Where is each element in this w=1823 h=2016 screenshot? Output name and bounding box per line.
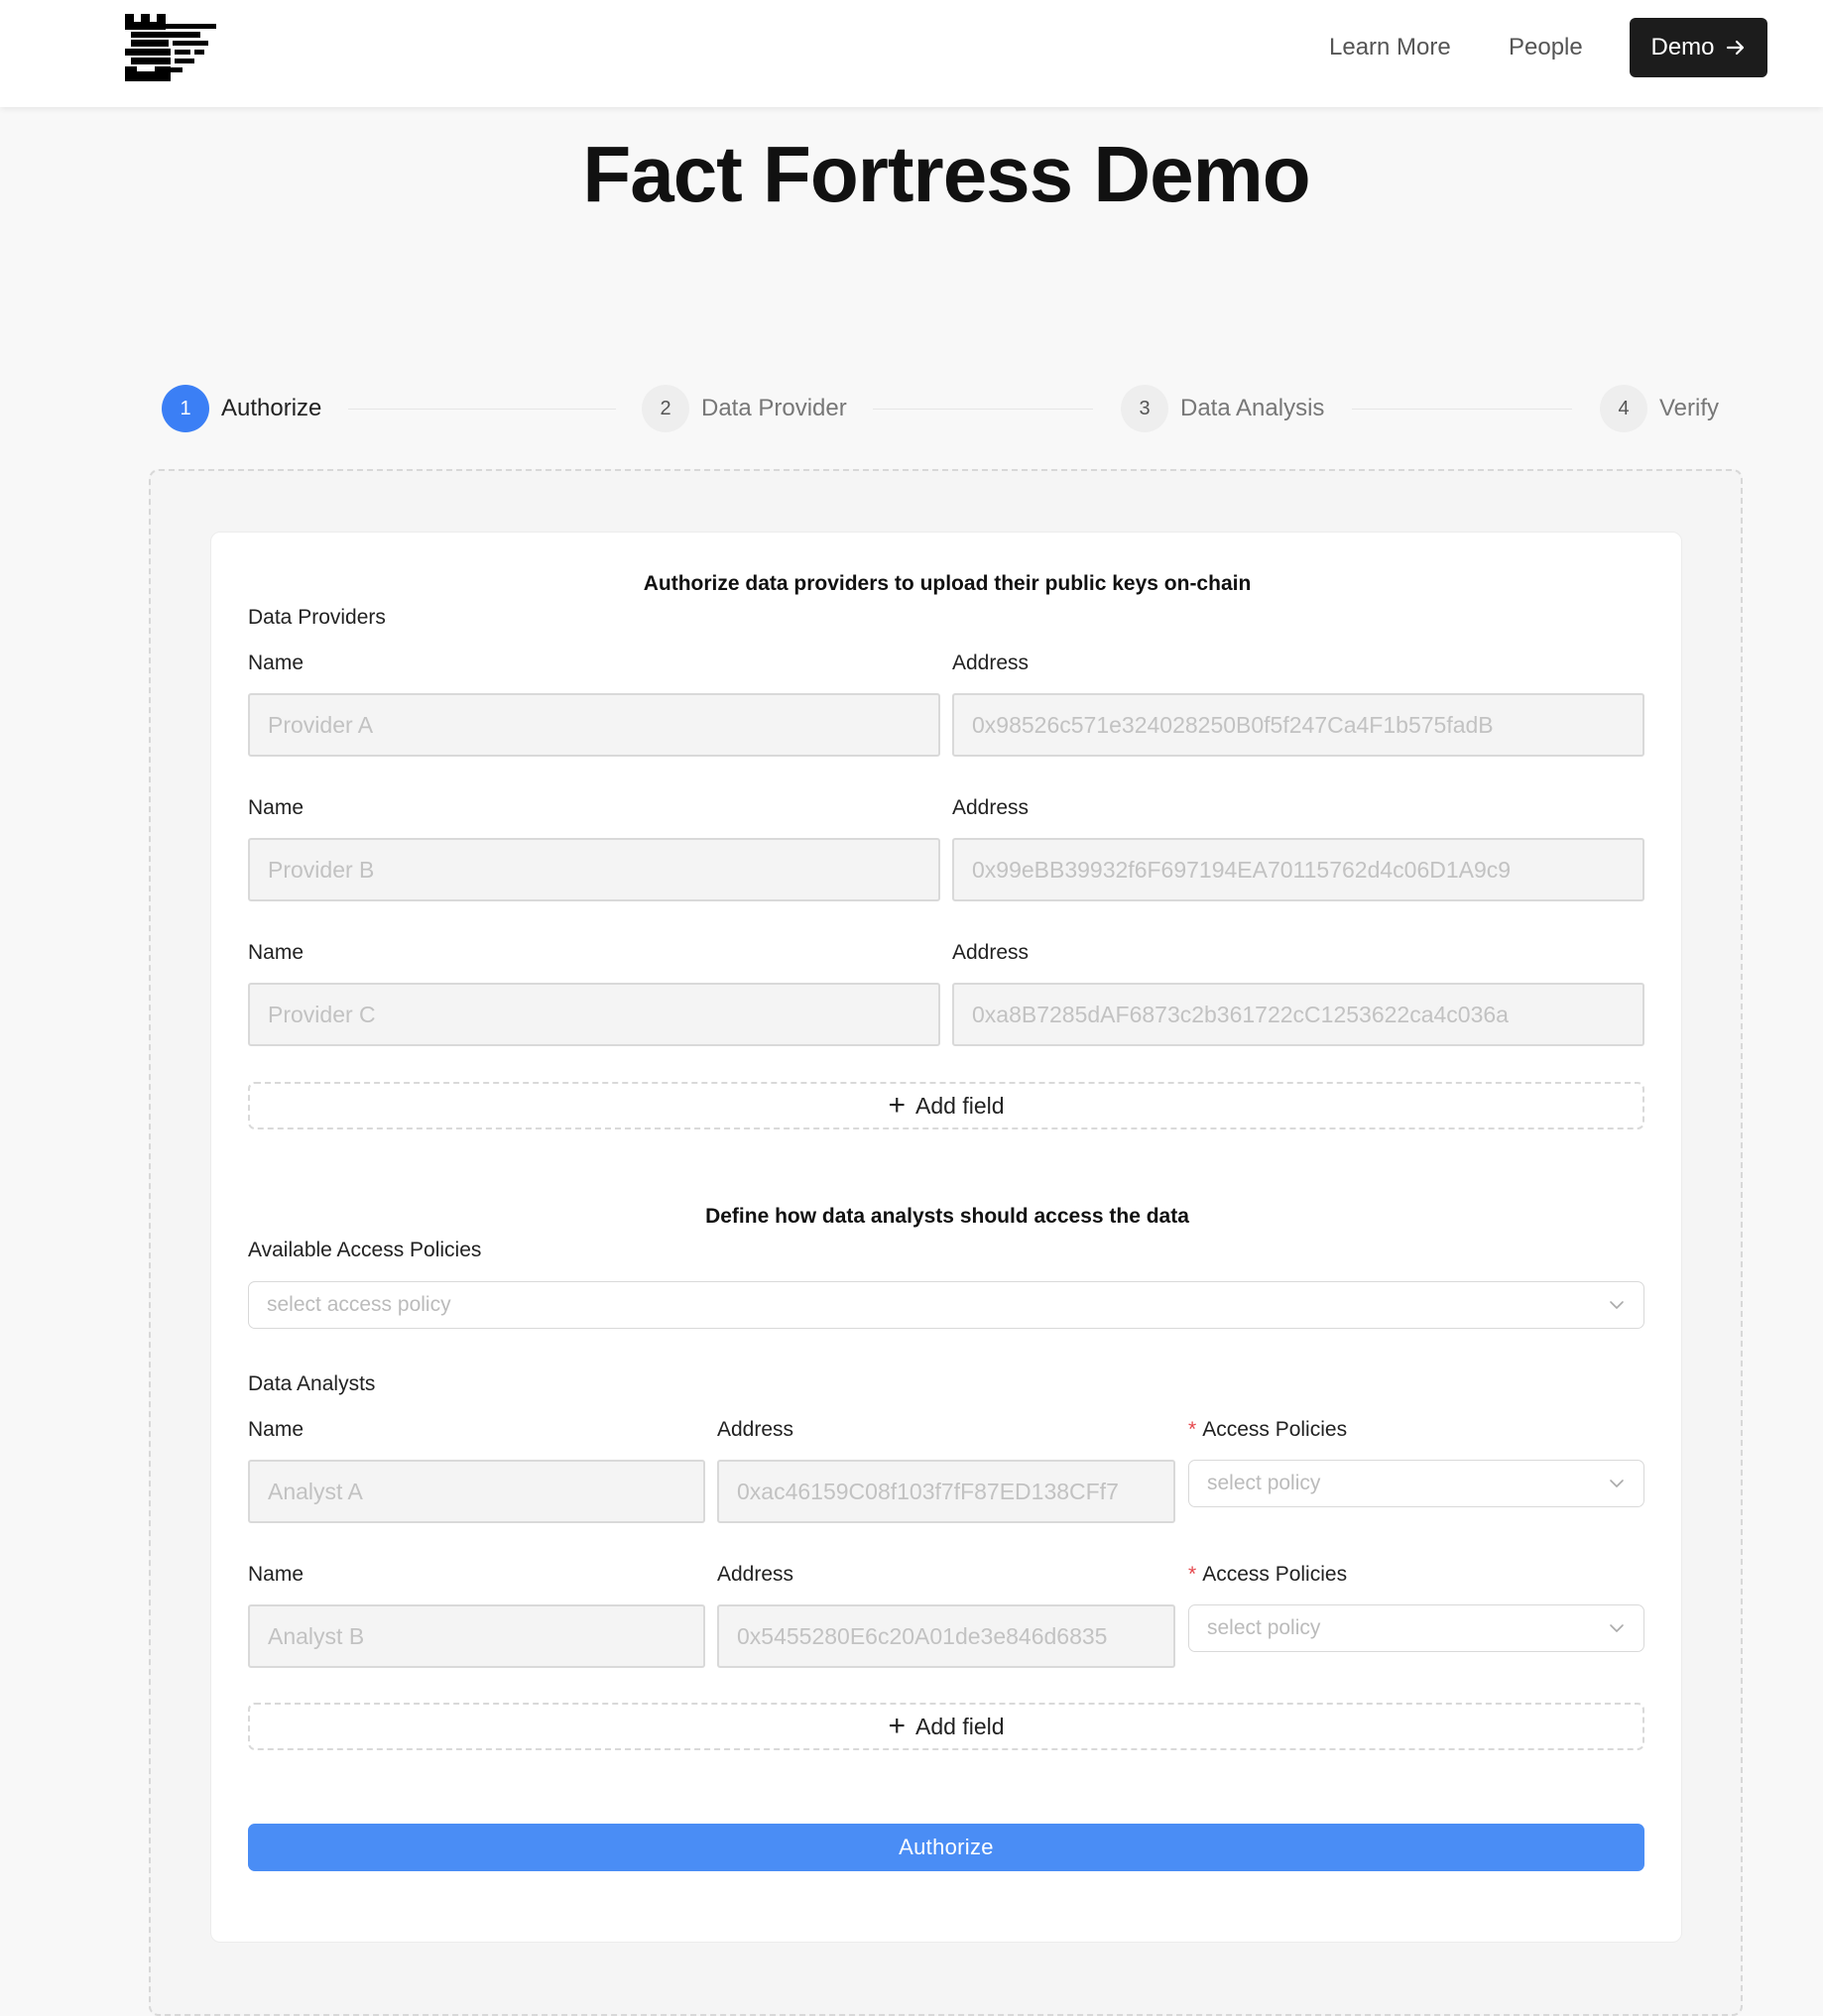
required-mark: *	[1188, 1563, 1197, 1586]
step-connector	[1352, 409, 1572, 410]
step-data-provider[interactable]: 2 Data Provider	[642, 385, 847, 432]
step-verify[interactable]: 4 Verify	[1600, 385, 1719, 432]
analyst-policy-select[interactable]: select policy	[1188, 1460, 1644, 1507]
step-connector	[873, 409, 1093, 410]
step-label: Data Analysis	[1180, 395, 1325, 421]
analyst-policy-label-text: Access Policies	[1202, 1418, 1348, 1441]
provider-address-label: Address	[952, 941, 1030, 964]
step-data-analysis[interactable]: 3 Data Analysis	[1121, 385, 1324, 432]
analyst-policy-label: * Access Policies	[1188, 1418, 1347, 1442]
access-policy-placeholder: select access policy	[267, 1293, 451, 1316]
analysts-section-title: Define how data analysts should access t…	[705, 1205, 1189, 1228]
add-provider-field-button[interactable]: + Add field	[248, 1082, 1644, 1129]
step-label: Data Provider	[701, 395, 847, 421]
analyst-address-input[interactable]	[717, 1460, 1175, 1523]
step-number: 1	[162, 385, 209, 432]
add-field-label: Add field	[915, 1713, 1005, 1739]
plus-icon: +	[888, 1089, 906, 1122]
analyst-policy-placeholder: select policy	[1207, 1472, 1321, 1494]
chevron-down-icon	[1610, 1301, 1624, 1309]
provider-name-input[interactable]	[248, 838, 940, 901]
provider-name-label: Name	[248, 652, 304, 674]
step-number: 2	[642, 385, 689, 432]
provider-name-label: Name	[248, 796, 304, 819]
analyst-name-label: Name	[248, 1418, 304, 1441]
provider-address-label: Address	[952, 652, 1030, 674]
fortress-logo-icon[interactable]	[125, 14, 216, 81]
plus-icon: +	[888, 1710, 906, 1742]
provider-name-label: Name	[248, 941, 304, 964]
analyst-name-input[interactable]	[248, 1604, 705, 1668]
stepper: 1 Authorize 2 Data Provider 3 Data Analy…	[162, 385, 1723, 432]
analyst-address-label: Address	[717, 1563, 794, 1586]
analyst-address-label: Address	[717, 1418, 794, 1441]
provider-address-label: Address	[952, 796, 1030, 819]
demo-button-label: Demo	[1650, 34, 1715, 60]
step-number: 4	[1600, 385, 1647, 432]
providers-section-title: Authorize data providers to upload their…	[643, 572, 1252, 595]
authorize-button[interactable]: Authorize	[248, 1824, 1644, 1871]
step-label: Verify	[1659, 395, 1720, 421]
demo-button[interactable]: Demo	[1630, 18, 1767, 77]
required-mark: *	[1188, 1418, 1197, 1441]
analyst-policy-label: * Access Policies	[1188, 1563, 1347, 1587]
add-analyst-field-button[interactable]: + Add field	[248, 1703, 1644, 1750]
nav-learn-more[interactable]: Learn More	[1329, 30, 1451, 65]
nav-people[interactable]: People	[1509, 30, 1583, 65]
chevron-down-icon	[1610, 1480, 1624, 1487]
analyst-policy-label-text: Access Policies	[1202, 1563, 1348, 1586]
page-title: Fact Fortress Demo	[582, 130, 1310, 218]
step-connector	[348, 409, 616, 410]
provider-address-input[interactable]	[952, 983, 1644, 1046]
step-label: Authorize	[221, 395, 322, 421]
step-authorize[interactable]: 1 Authorize	[162, 385, 321, 432]
access-policy-select[interactable]: select access policy	[248, 1281, 1644, 1329]
analysts-group-label: Data Analysts	[248, 1372, 376, 1395]
providers-group-label: Data Providers	[248, 606, 386, 629]
provider-address-input[interactable]	[952, 838, 1644, 901]
authorize-form-card: Authorize data providers to upload their…	[210, 532, 1682, 1943]
analyst-address-input[interactable]	[717, 1604, 1175, 1668]
chevron-down-icon	[1610, 1624, 1624, 1632]
provider-name-input[interactable]	[248, 693, 940, 757]
arrow-right-icon	[1726, 40, 1744, 56]
step-number: 3	[1121, 385, 1168, 432]
analyst-name-label: Name	[248, 1563, 304, 1586]
top-navbar: Learn More People Demo	[0, 0, 1823, 107]
provider-name-input[interactable]	[248, 983, 940, 1046]
analyst-name-input[interactable]	[248, 1460, 705, 1523]
analyst-policy-select[interactable]: select policy	[1188, 1604, 1644, 1652]
add-field-label: Add field	[915, 1092, 1005, 1119]
access-policies-label: Available Access Policies	[248, 1239, 482, 1261]
analyst-policy-placeholder: select policy	[1207, 1616, 1321, 1639]
provider-address-input[interactable]	[952, 693, 1644, 757]
